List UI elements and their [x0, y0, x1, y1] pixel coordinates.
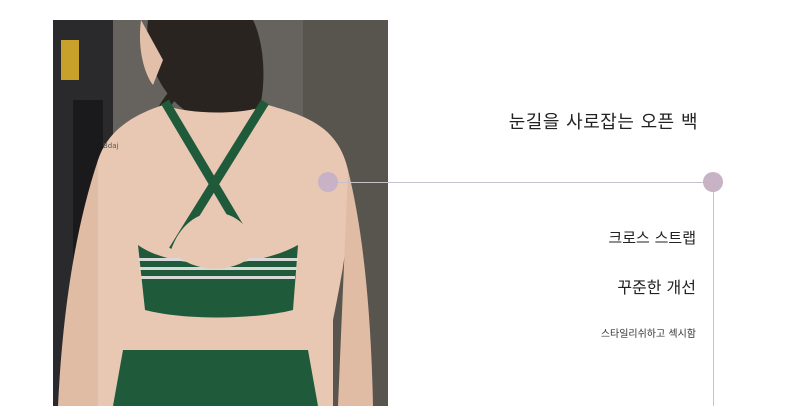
- connector-line: [330, 182, 714, 183]
- feature-cross-strap: 크로스 스트랩: [608, 229, 696, 247]
- headline: 눈길을 사로잡는 오픈 백: [508, 112, 698, 133]
- callout-dot-right: [703, 172, 723, 192]
- vertical-divider: [713, 182, 714, 406]
- model-back-image: Bdaj: [53, 20, 388, 406]
- product-photo: Bdaj: [53, 20, 388, 406]
- feature-improvement: 꾸준한 개선: [617, 278, 696, 297]
- svg-text:Bdaj: Bdaj: [103, 142, 119, 150]
- feature-stylish: 스타일리쉬하고 섹시함: [600, 329, 696, 340]
- callout-dot-left: [318, 172, 338, 192]
